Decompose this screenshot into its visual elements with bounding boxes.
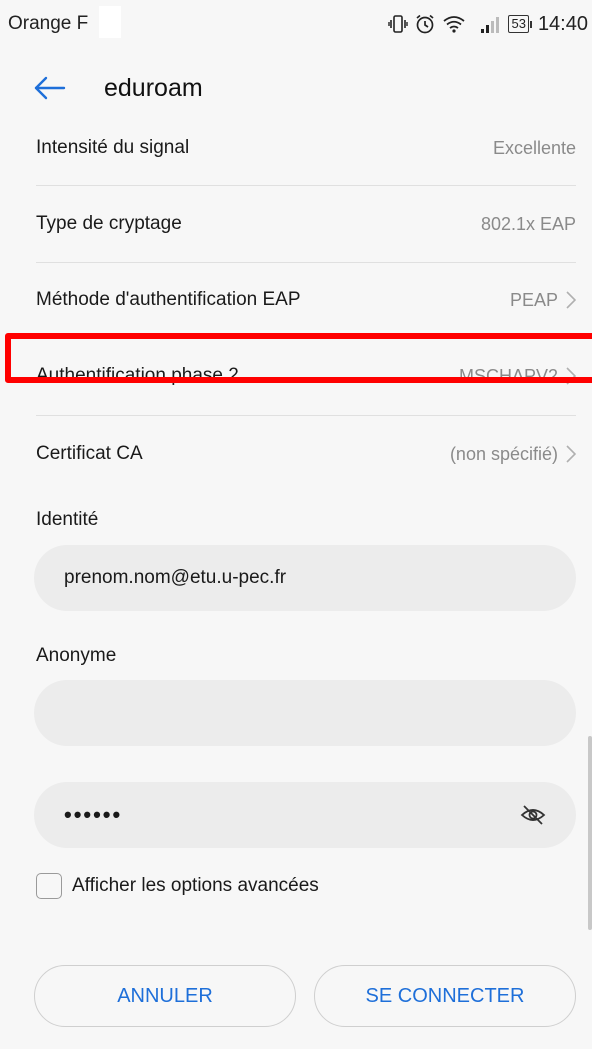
chevron-right-icon [566,367,576,385]
anonymous-label: Anonyme [36,645,117,666]
encryption-type-value: 802.1x EAP [480,213,576,234]
password-value: •••••• [64,802,123,827]
status-icons: 53 14:40 [388,11,588,37]
cancel-button[interactable]: ANNULER [34,965,296,1027]
advanced-options-label: Afficher les options avancées [72,875,319,896]
battery-icon: 53 [508,15,532,33]
signal-strength-value: Excellente [492,137,576,158]
carrier-mask [99,6,121,38]
carrier-name: Orange F [8,13,89,34]
identity-input[interactable]: prenom.nom@etu.u-pec.fr [34,545,576,611]
alarm-icon [414,13,436,35]
row-phase2-authentication[interactable]: Authentification phase 2 MSCHAPV2 [36,338,576,414]
row-value: MSCHAPV2 [459,366,576,387]
identity-value: prenom.nom@etu.u-pec.fr [64,567,287,588]
eap-method-value: PEAP [509,289,558,310]
network-name-title: eduroam [104,74,203,102]
eye-off-icon[interactable] [520,803,546,827]
ca-certificate-value: (non spécifié) [449,443,558,464]
row-encryption-type: Type de cryptage 802.1x EAP [36,186,576,262]
row-value: Excellente [493,138,576,159]
chevron-right-icon [566,291,576,309]
status-bar: Orange F 53 14:40 [0,0,592,50]
back-button[interactable] [34,74,72,102]
vibrate-icon [388,14,409,34]
row-label: Intensité du signal [36,137,190,158]
signal-icon [480,15,502,33]
row-eap-method[interactable]: Méthode d'authentification EAP PEAP [36,262,576,338]
password-input[interactable]: •••••• [34,782,576,848]
row-value: PEAP [510,290,576,311]
battery-level: 53 [508,15,529,33]
row-label: Certificat CA [36,443,143,464]
row-value: (non spécifié) [450,444,576,465]
advanced-options-checkbox[interactable] [36,873,62,899]
status-time: 14:40 [537,12,588,35]
anonymous-input[interactable] [34,680,576,746]
identity-label: Identité [36,509,99,530]
scrollbar[interactable] [588,736,592,930]
advanced-options-checkbox-row[interactable]: Afficher les options avancées [36,870,319,902]
row-label: Authentification phase 2 [36,365,239,386]
wifi-icon [442,14,466,34]
wifi-config-screen: Orange F 53 14:40 eduroam Intensité du s… [0,0,592,1049]
row-ca-certificate[interactable]: Certificat CA (non spécifié) [36,416,576,492]
row-label: Type de cryptage [36,213,182,234]
chevron-right-icon [566,445,576,463]
arrow-left-icon [34,76,66,100]
phase2-value: MSCHAPV2 [458,365,558,386]
row-value: 802.1x EAP [481,214,576,235]
row-label: Méthode d'authentification EAP [36,289,301,310]
connect-button[interactable]: SE CONNECTER [314,965,576,1027]
row-signal-strength: Intensité du signal Excellente [36,110,576,186]
